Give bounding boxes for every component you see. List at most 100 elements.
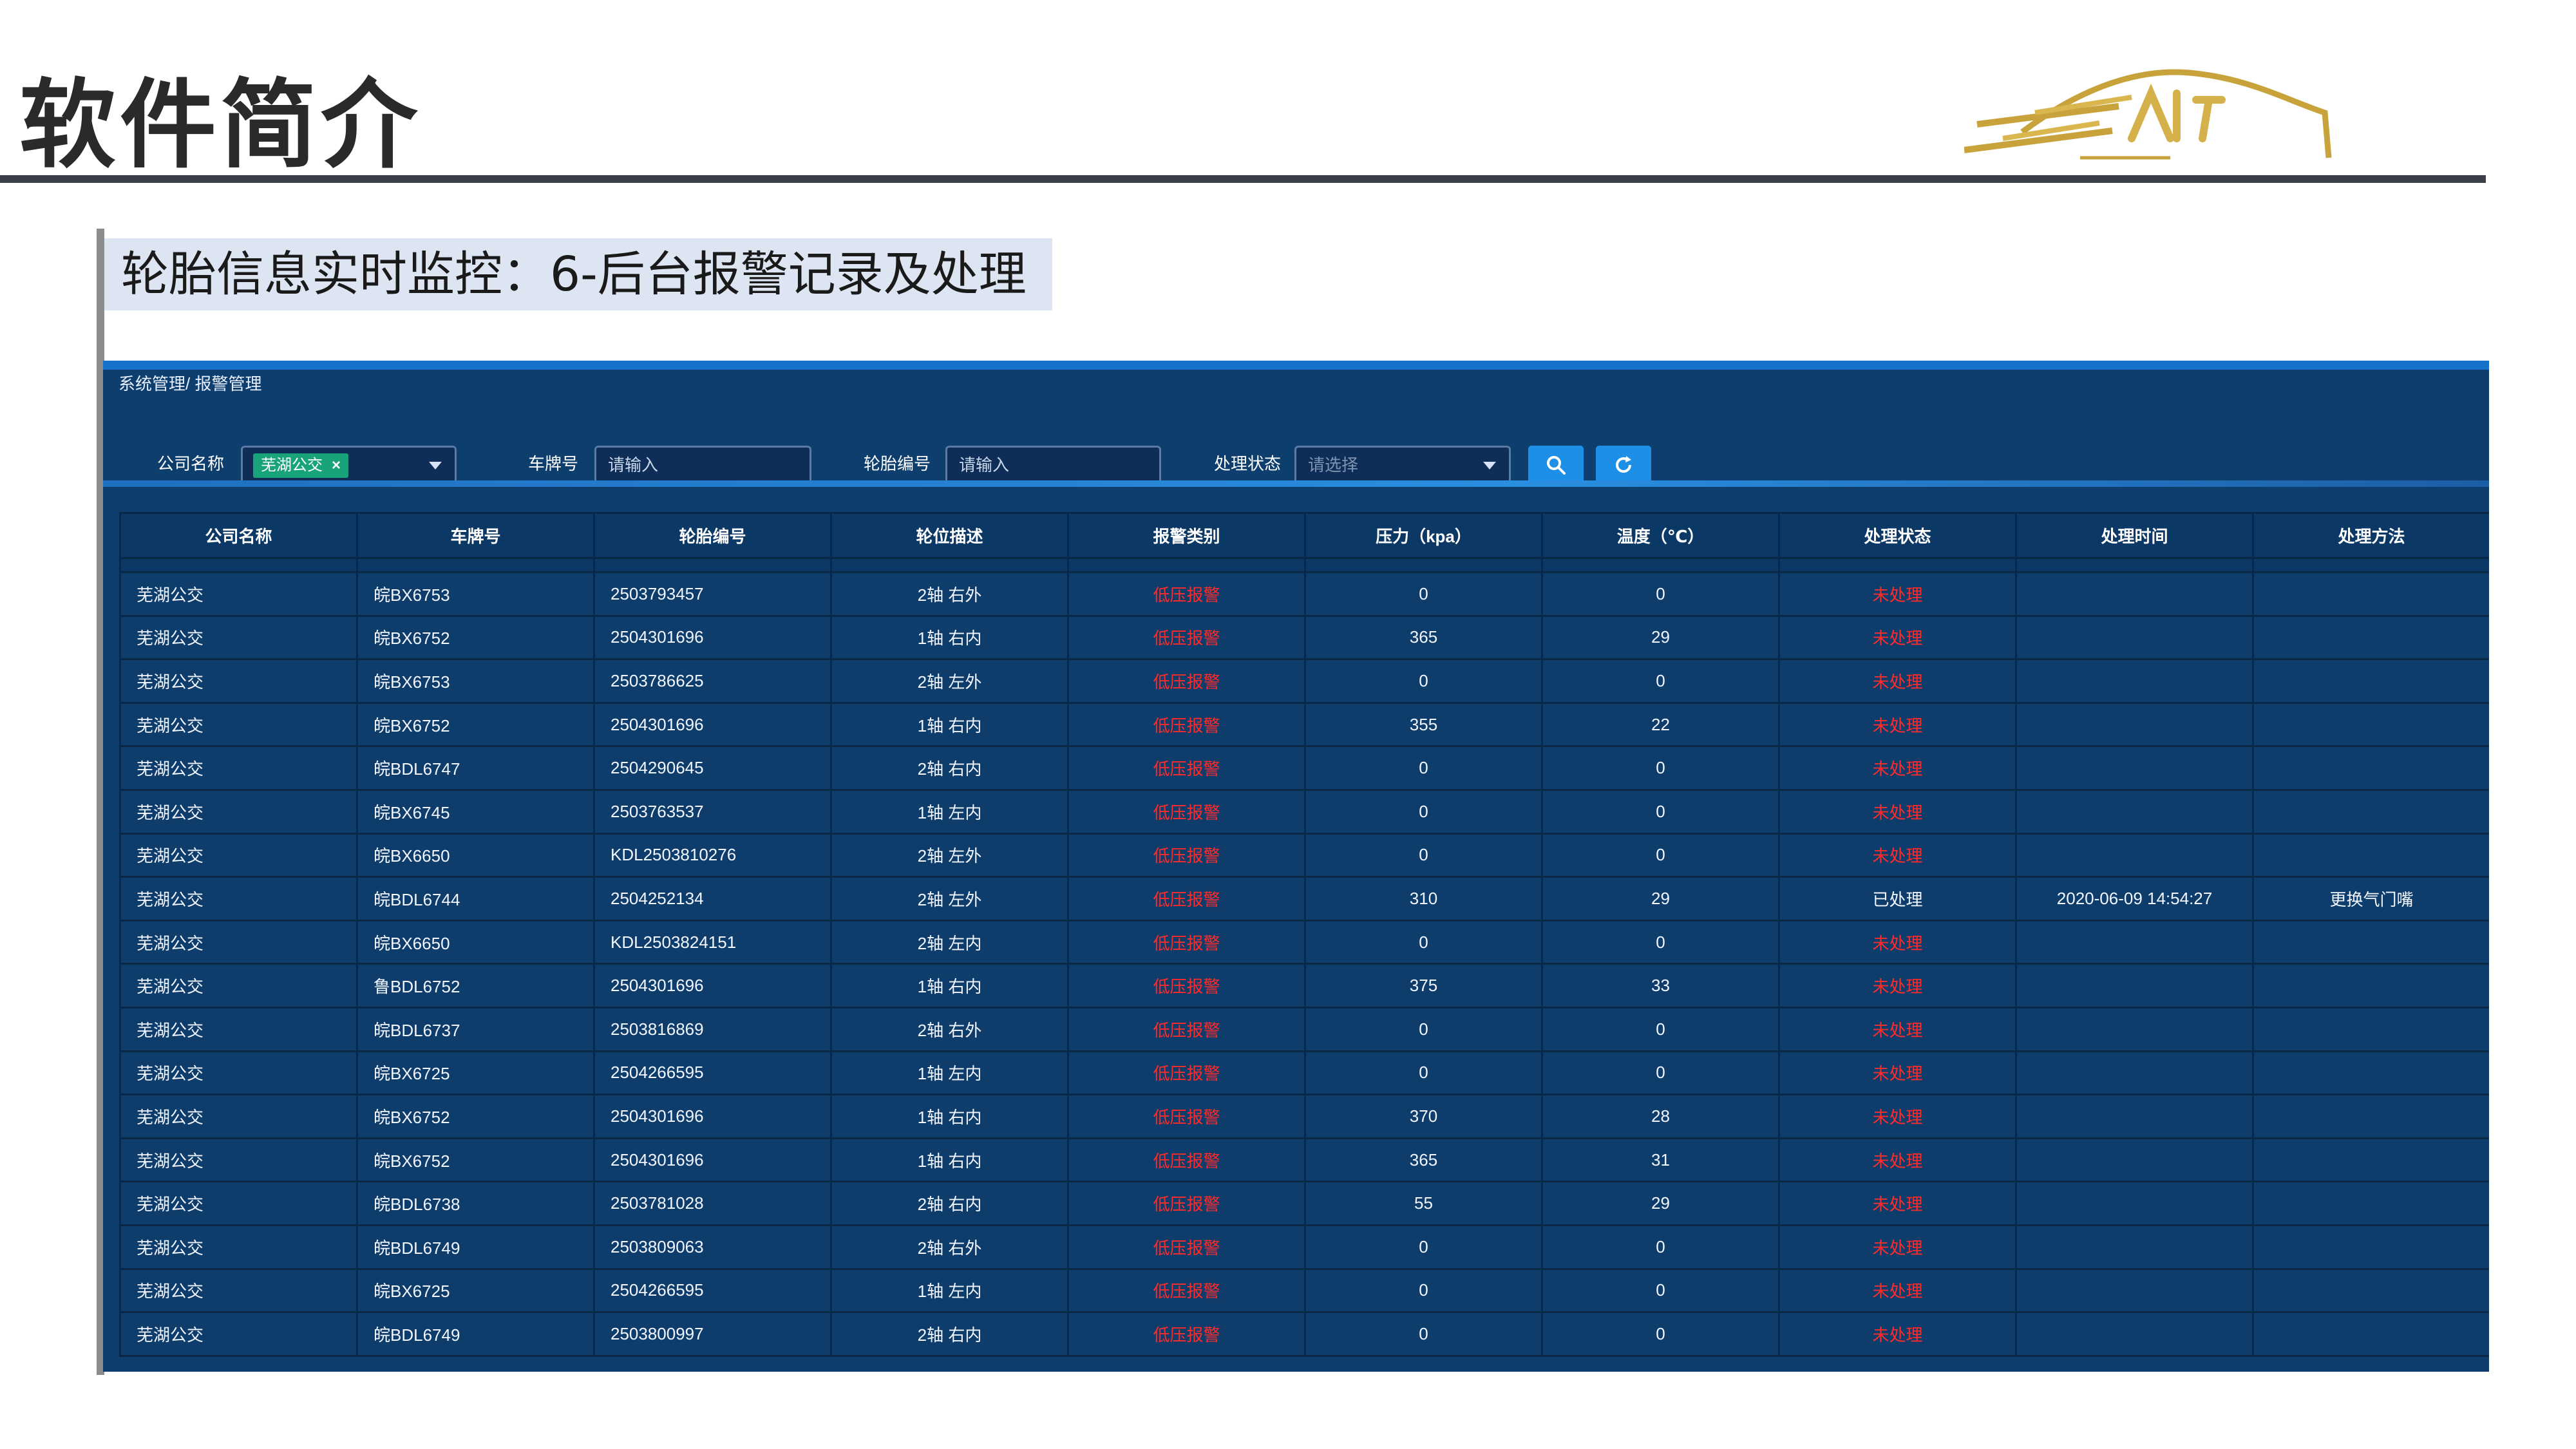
company-select[interactable]: 芜湖公交 × — [241, 446, 457, 484]
column-header-tire-id[interactable]: 轮胎编号 — [593, 512, 832, 559]
cell-company: 芜湖公交 — [119, 1224, 358, 1270]
cell-plate: 皖BDL6749 — [356, 1311, 595, 1357]
cell-status: 未处理 — [1778, 658, 2017, 704]
cell-position: 1轴 左内 — [830, 1267, 1069, 1314]
cell-alarm-type: 低压报警 — [1067, 745, 1306, 791]
cell-plate: 皖BX6725 — [356, 1050, 595, 1096]
close-icon[interactable]: × — [332, 457, 341, 474]
refresh-button[interactable] — [1596, 446, 1651, 484]
column-header-time[interactable]: 处理时间 — [2015, 512, 2254, 559]
chevron-down-icon[interactable] — [429, 462, 442, 469]
chevron-down-icon[interactable] — [1483, 462, 1496, 469]
cell-status: 未处理 — [1778, 1267, 2017, 1314]
column-header-company[interactable]: 公司名称 — [119, 512, 358, 559]
column-header-position[interactable]: 轮位描述 — [830, 512, 1069, 559]
table-row[interactable]: 芜湖公交 皖BX6650 KDL2503810276 2轴 左外 低压报警 0 0 未处理 — [119, 832, 2489, 878]
cell-time — [2015, 745, 2254, 791]
table-row[interactable]: 芜湖公交 皖BX6752 2504301696 1轴 右内 低压报警 355 22 未处理 — [119, 701, 2489, 748]
cell-pressure: 0 — [1304, 1224, 1543, 1270]
cell-pressure: 0 — [1304, 919, 1543, 965]
cell-tire-id: 2503793457 — [593, 571, 832, 617]
cell-status: 未处理 — [1778, 745, 2017, 791]
status-filter-label: 处理状态 — [1214, 454, 1282, 473]
cell-temperature: 0 — [1541, 1006, 1780, 1052]
cell-time — [2015, 1094, 2254, 1139]
alarm-table: 公司名称 车牌号 轮胎编号 轮位描述 报警类别 压力（kpa） 温度（℃） 处理状态 处理时间处… — [119, 512, 2489, 1357]
table-row[interactable]: 芜湖公交 皖BDL6749 2503809063 2轴 右外 低压报警 0 0 未处理 — [119, 1224, 2489, 1270]
cell-status: 未处理 — [1778, 832, 2017, 878]
table-row[interactable]: 芜湖公交 皖BDL6737 2503816869 2轴 右外 低压报警 0 0 未处理 — [119, 1006, 2489, 1052]
cell-position: 2轴 左外 — [830, 876, 1069, 922]
cell-status: 未处理 — [1778, 1050, 2017, 1096]
alarm-management-app: 系统管理/ 报警管理 公司名称 芜湖公交 × 车牌号 请输入 轮胎编号 请输入 处… — [103, 361, 2489, 1372]
table-row[interactable]: 芜湖公交 皖BX6650 KDL2503824151 2轴 左内 低压报警 0 0 未处理 — [119, 919, 2489, 965]
tire-input[interactable]: 请输入 — [945, 446, 1161, 484]
table-row[interactable]: 芜湖公交 皖BX6725 2504266595 1轴 左内 低压报警 0 0 未处理 — [119, 1050, 2489, 1096]
status-select[interactable]: 请选择 — [1294, 446, 1511, 484]
cell-plate: 皖BX6752 — [356, 701, 595, 748]
cell-plate: 皖BX6650 — [356, 832, 595, 878]
cell-tire-id: 2504266595 — [593, 1050, 832, 1096]
cell-pressure: 0 — [1304, 1006, 1543, 1052]
cell-company: 芜湖公交 — [119, 1006, 358, 1052]
cell-method — [2252, 1267, 2489, 1314]
cell-alarm-type: 低压报警 — [1067, 1094, 1306, 1139]
cell-alarm-type: 低压报警 — [1067, 876, 1306, 922]
cell-pressure: 0 — [1304, 1267, 1543, 1314]
status-select-placeholder: 请选择 — [1308, 455, 1359, 475]
company-tag[interactable]: 芜湖公交 × — [253, 453, 349, 478]
cell-position: 2轴 右内 — [830, 1311, 1069, 1357]
cell-plate: 皖BDL6749 — [356, 1224, 595, 1270]
cell-method — [2252, 701, 2489, 748]
table-row[interactable]: 芜湖公交 皖BDL6747 2504290645 2轴 右内 低压报警 0 0 未处理 — [119, 745, 2489, 791]
cell-time — [2015, 1180, 2254, 1226]
cell-status: 未处理 — [1778, 963, 2017, 1009]
cell-method — [2252, 658, 2489, 704]
plate-input[interactable]: 请输入 — [594, 446, 811, 484]
cell-company: 芜湖公交 — [119, 571, 358, 617]
table-row[interactable]: 芜湖公交 皖BX6745 2503763537 1轴 左内 低压报警 0 0 未处理 — [119, 788, 2489, 835]
table-row[interactable]: 芜湖公交 皖BDL6744 2504252134 2轴 左外 低压报警 310 29 已处理 2… — [119, 876, 2489, 922]
table-row[interactable]: 芜湖公交 皖BDL6749 2503800997 2轴 右内 低压报警 0 0 未处理 — [119, 1311, 2489, 1357]
table-row[interactable]: 芜湖公交 皖BX6753 2503786625 2轴 左外 低压报警 0 0 未处理 — [119, 658, 2489, 704]
cell-tire-id: KDL2503824151 — [593, 919, 832, 965]
cell-position: 1轴 右内 — [830, 963, 1069, 1009]
column-header-temperature[interactable]: 温度（℃） — [1541, 512, 1780, 559]
cell-plate: 皖BX6753 — [356, 571, 595, 617]
cell-method — [2252, 788, 2489, 835]
cell-position: 1轴 右内 — [830, 701, 1069, 748]
table-row[interactable]: 芜湖公交 皖BX6752 2504301696 1轴 右内 低压报警 365 31 未处理 — [119, 1137, 2489, 1183]
cell-pressure: 355 — [1304, 701, 1543, 748]
table-row[interactable]: 芜湖公交 皖BX6752 2504301696 1轴 右内 低压报警 370 28 未处理 — [119, 1094, 2489, 1139]
cell-temperature: 0 — [1541, 832, 1780, 878]
cell-status: 未处理 — [1778, 571, 2017, 617]
table-row[interactable]: 芜湖公交 皖BX6725 2504266595 1轴 左内 低压报警 0 0 未处理 — [119, 1267, 2489, 1314]
cell-tire-id: 2504290645 — [593, 745, 832, 791]
refresh-icon — [1616, 456, 1631, 473]
breadcrumb[interactable]: 系统管理/ 报警管理 — [118, 372, 261, 395]
cell-time — [2015, 1050, 2254, 1096]
table-row[interactable]: 芜湖公交 鲁BDL6752 2504301696 1轴 右内 低压报警 375 33 未处理 — [119, 963, 2489, 1009]
search-button[interactable] — [1528, 446, 1584, 484]
cell-time — [2015, 1267, 2254, 1314]
cell-status: 未处理 — [1778, 1311, 2017, 1357]
table-row[interactable]: 芜湖公交 皖BDL6738 2503781028 2轴 右内 低压报警 55 29 未处理 — [119, 1180, 2489, 1226]
cell-company: 芜湖公交 — [119, 1267, 358, 1314]
cell-method — [2252, 571, 2489, 617]
cell-temperature: 33 — [1541, 963, 1780, 1009]
cell-status: 未处理 — [1778, 614, 2017, 661]
cell-method — [2252, 919, 2489, 965]
column-header-method[interactable]: 处理方法 — [2252, 512, 2489, 559]
column-header-plate[interactable]: 车牌号 — [356, 512, 595, 559]
cell-temperature: 0 — [1541, 1267, 1780, 1314]
column-header-alarm-type[interactable]: 报警类别 — [1067, 512, 1306, 559]
cell-temperature: 29 — [1541, 876, 1780, 922]
column-header-status[interactable]: 处理状态 — [1778, 512, 2017, 559]
column-header-pressure[interactable]: 压力（kpa） — [1304, 512, 1543, 559]
table-header-row: 公司名称 车牌号 轮胎编号 轮位描述 报警类别 压力（kpa） 温度（℃） 处理状态 处理时间处… — [119, 512, 2489, 559]
table-row[interactable]: 芜湖公交 皖BX6752 2504301696 1轴 右内 低压报警 365 29 未处理 — [119, 614, 2489, 661]
cell-temperature: 0 — [1541, 571, 1780, 617]
table-row[interactable]: 芜湖公交 皖BX6753 2503793457 2轴 右外 低压报警 0 0 未处理 — [119, 571, 2489, 617]
cell-temperature: 0 — [1541, 788, 1780, 835]
cell-temperature: 29 — [1541, 614, 1780, 661]
